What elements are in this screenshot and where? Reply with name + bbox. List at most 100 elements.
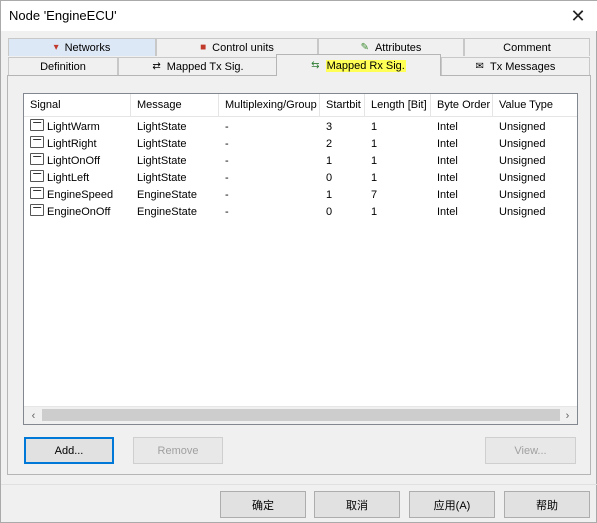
message-name: EngineState (137, 206, 197, 218)
apply-button[interactable]: 应用(A) (409, 491, 495, 518)
cancel-button[interactable]: 取消 (314, 491, 400, 518)
value-type-value: Unsigned (499, 138, 546, 150)
length-value: 1 (371, 206, 378, 218)
attributes-icon: ✎ (360, 41, 369, 53)
message-name: LightState (137, 172, 187, 184)
networks-icon: ▾ (53, 41, 59, 53)
view-button[interactable]: View... (485, 437, 576, 464)
value-type-value: Unsigned (499, 121, 546, 133)
byte-order-value: Intel (437, 206, 458, 218)
mux-value: - (225, 155, 229, 167)
signal-name: LightRight (47, 138, 97, 150)
column-header-multiplexing[interactable]: Multiplexing/Group (219, 94, 320, 116)
message-name: LightState (137, 121, 187, 133)
tab-networks[interactable]: ▾ Networks (8, 38, 156, 56)
byte-order-value: Intel (437, 121, 458, 133)
signal-name: LightOnOff (47, 155, 100, 167)
scrollbar-thumb[interactable] (42, 409, 560, 421)
node-dialog: Node 'EngineECU' ✕ ▾ Networks ■ Control … (0, 0, 597, 523)
tab-label: Definition (40, 60, 86, 73)
column-header-startbit[interactable]: Startbit (320, 94, 365, 116)
startbit-value: 0 (326, 206, 333, 218)
signal-icon (30, 170, 44, 182)
column-header-byte-order[interactable]: Byte Order (431, 94, 493, 116)
tab-mapped-rx-sig[interactable]: ⇆ Mapped Rx Sig. (276, 54, 441, 76)
control-units-icon: ■ (200, 41, 207, 53)
column-header-message[interactable]: Message (131, 94, 219, 116)
column-header-signal[interactable]: Signal (24, 94, 131, 116)
startbit-value: 2 (326, 138, 333, 150)
column-header-value-type[interactable]: Value Type (493, 94, 577, 116)
byte-order-value: Intel (437, 155, 458, 167)
value-type-value: Unsigned (499, 172, 546, 184)
value-type-value: Unsigned (499, 155, 546, 167)
signal-name: LightWarm (47, 121, 100, 133)
mux-value: - (225, 189, 229, 201)
tab-label: Networks (64, 41, 111, 54)
byte-order-value: Intel (437, 189, 458, 201)
length-value: 1 (371, 121, 378, 133)
window-title: Node 'EngineECU' (9, 8, 117, 23)
signal-name: EngineOnOff (47, 206, 111, 218)
mapped-rx-icon: ⇆ (311, 59, 320, 71)
tab-comment[interactable]: Comment (464, 38, 590, 56)
startbit-value: 1 (326, 189, 333, 201)
table-row[interactable]: LightWarm LightState - 3 1 Intel Unsigne… (24, 119, 577, 136)
signals-list[interactable]: Signal Message Multiplexing/Group Startb… (23, 93, 578, 425)
table-row[interactable]: LightRight LightState - 2 1 Intel Unsign… (24, 136, 577, 153)
signal-name: LightLeft (47, 172, 90, 184)
byte-order-value: Intel (437, 138, 458, 150)
length-value: 7 (371, 189, 378, 201)
signal-icon (30, 136, 44, 148)
value-type-value: Unsigned (499, 189, 546, 201)
length-value: 1 (371, 172, 378, 184)
table-row[interactable]: EngineOnOff EngineState - 0 1 Intel Unsi… (24, 204, 577, 221)
value-type-value: Unsigned (499, 206, 546, 218)
startbit-value: 1 (326, 155, 333, 167)
help-button[interactable]: 帮助 (504, 491, 590, 518)
table-row[interactable]: EngineSpeed EngineState - 1 7 Intel Unsi… (24, 187, 577, 204)
signal-icon (30, 119, 44, 131)
mux-value: - (225, 138, 229, 150)
startbit-value: 0 (326, 172, 333, 184)
tab-label: Tx Messages (489, 60, 556, 73)
signal-icon (30, 153, 44, 165)
mux-value: - (225, 121, 229, 133)
signal-icon (30, 204, 44, 216)
length-value: 1 (371, 138, 378, 150)
column-header-length[interactable]: Length [Bit] (365, 94, 431, 116)
message-name: EngineState (137, 189, 197, 201)
mux-value: - (225, 172, 229, 184)
table-row[interactable]: LightOnOff LightState - 1 1 Intel Unsign… (24, 153, 577, 170)
horizontal-scrollbar[interactable]: ‹ › (24, 406, 577, 424)
mux-value: - (225, 206, 229, 218)
scroll-right-icon[interactable]: › (559, 407, 576, 424)
scroll-left-icon[interactable]: ‹ (25, 407, 42, 424)
byte-order-value: Intel (437, 172, 458, 184)
remove-button[interactable]: Remove (133, 437, 223, 464)
signal-name: EngineSpeed (47, 189, 114, 201)
tab-label: Attributes (374, 41, 422, 54)
close-icon: ✕ (570, 5, 586, 26)
message-name: LightState (137, 138, 187, 150)
close-button[interactable]: ✕ (564, 4, 592, 28)
mapped-tx-icon: ⇄ (152, 60, 161, 72)
title-bar: Node 'EngineECU' ✕ (1, 1, 597, 31)
tab-label: Control units (212, 41, 274, 54)
tab-label: Mapped Tx Sig. (166, 60, 244, 73)
list-header: Signal Message Multiplexing/Group Startb… (24, 94, 577, 117)
signal-icon (30, 187, 44, 199)
tab-label: Comment (503, 41, 551, 54)
message-name: LightState (137, 155, 187, 167)
tab-label: Mapped Rx Sig. (325, 59, 406, 72)
startbit-value: 3 (326, 121, 333, 133)
tab-definition[interactable]: Definition (8, 57, 118, 75)
tab-tx-messages[interactable]: ✉ Tx Messages (441, 57, 590, 75)
length-value: 1 (371, 155, 378, 167)
ok-button[interactable]: 确定 (220, 491, 306, 518)
tab-mapped-tx-sig[interactable]: ⇄ Mapped Tx Sig. (118, 57, 278, 75)
footer-divider (1, 484, 597, 485)
add-button[interactable]: Add... (24, 437, 114, 464)
tx-messages-icon: ✉ (475, 60, 484, 72)
table-row[interactable]: LightLeft LightState - 0 1 Intel Unsigne… (24, 170, 577, 187)
